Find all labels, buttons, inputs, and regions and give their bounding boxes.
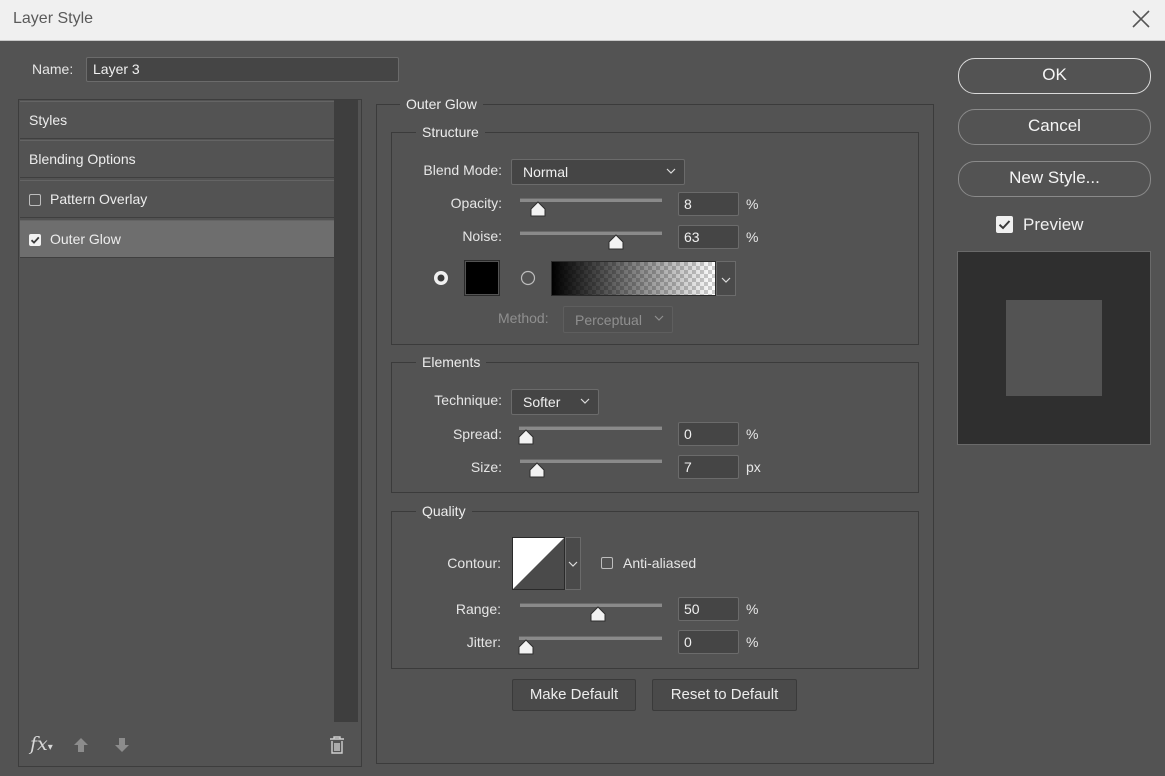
anti-aliased-label: Anti-aliased bbox=[623, 555, 697, 571]
glow-color-swatch[interactable] bbox=[464, 260, 500, 296]
list-item-blending-options[interactable]: Blending Options bbox=[20, 140, 334, 178]
glow-color-fill bbox=[466, 262, 498, 294]
opacity-label: Opacity: bbox=[450, 195, 502, 211]
new-style-button[interactable]: New Style... bbox=[958, 161, 1151, 197]
technique-dropdown[interactable]: Softer bbox=[511, 389, 599, 415]
reset-to-default-button[interactable]: Reset to Default bbox=[652, 679, 797, 711]
chevron-down-icon bbox=[568, 561, 578, 567]
list-item-pattern-overlay[interactable]: Pattern Overlay bbox=[20, 180, 334, 218]
preview-checkbox[interactable] bbox=[996, 216, 1013, 233]
contour-label: Contour: bbox=[447, 555, 501, 571]
noise-label: Noise: bbox=[462, 228, 502, 244]
structure-title: Structure bbox=[416, 124, 485, 140]
chevron-down-icon bbox=[580, 398, 590, 404]
spread-unit: % bbox=[746, 426, 759, 442]
style-preview-box bbox=[957, 251, 1151, 445]
move-up-icon[interactable] bbox=[72, 736, 90, 754]
move-down-icon[interactable] bbox=[113, 736, 131, 754]
method-label: Method: bbox=[498, 310, 549, 326]
size-input[interactable]: 7 bbox=[678, 455, 739, 479]
noise-unit: % bbox=[746, 229, 759, 245]
noise-slider-track[interactable] bbox=[520, 231, 662, 235]
list-item-label: Outer Glow bbox=[50, 231, 121, 247]
blend-mode-label: Blend Mode: bbox=[423, 162, 502, 178]
contour-preview[interactable] bbox=[512, 537, 565, 590]
list-item-outer-glow[interactable]: Outer Glow bbox=[20, 220, 334, 258]
jitter-slider-thumb[interactable] bbox=[518, 639, 534, 655]
list-item-styles[interactable]: Styles bbox=[20, 101, 334, 139]
chevron-down-icon bbox=[654, 315, 664, 321]
spread-slider-track[interactable] bbox=[519, 426, 662, 430]
contour-dropdown-button[interactable] bbox=[565, 537, 581, 590]
pattern-overlay-checkbox[interactable] bbox=[29, 194, 41, 206]
list-item-label: Pattern Overlay bbox=[50, 191, 148, 207]
method-value: Perceptual bbox=[575, 312, 642, 328]
spread-input[interactable]: 0 bbox=[678, 422, 739, 446]
solid-color-radio[interactable] bbox=[433, 270, 449, 286]
cancel-button[interactable]: Cancel bbox=[958, 109, 1151, 145]
size-slider-thumb[interactable] bbox=[529, 462, 545, 478]
spread-slider-thumb[interactable] bbox=[518, 429, 534, 445]
jitter-label: Jitter: bbox=[466, 634, 501, 650]
blend-mode-value: Normal bbox=[523, 164, 569, 180]
jitter-slider-track[interactable] bbox=[519, 636, 662, 640]
preview-label: Preview bbox=[1023, 215, 1084, 234]
anti-aliased-checkbox[interactable] bbox=[601, 557, 613, 569]
styles-list-scrollbar[interactable] bbox=[334, 100, 358, 722]
chevron-down-icon bbox=[721, 277, 731, 283]
chevron-down-icon bbox=[666, 168, 676, 174]
elements-title: Elements bbox=[416, 354, 487, 370]
layer-name-input[interactable]: Layer 3 bbox=[86, 57, 399, 82]
spread-label: Spread: bbox=[452, 426, 502, 442]
blend-mode-dropdown[interactable]: Normal bbox=[511, 159, 685, 185]
jitter-input[interactable]: 0 bbox=[678, 630, 739, 654]
list-item-label: Blending Options bbox=[29, 151, 136, 167]
noise-slider-thumb[interactable] bbox=[608, 234, 624, 250]
gradient-dropdown-button[interactable] bbox=[716, 261, 736, 296]
make-default-button[interactable]: Make Default bbox=[512, 679, 636, 711]
range-unit: % bbox=[746, 601, 759, 617]
size-label: Size: bbox=[470, 459, 502, 475]
fx-icon[interactable]: fx▾ bbox=[30, 733, 53, 755]
size-unit: px bbox=[746, 459, 761, 475]
title-bar: Layer Style bbox=[0, 0, 1165, 41]
preview-square bbox=[1006, 300, 1102, 396]
method-dropdown[interactable]: Perceptual bbox=[563, 306, 673, 333]
outer-glow-checkbox[interactable] bbox=[29, 234, 41, 246]
range-input[interactable]: 50 bbox=[678, 597, 739, 621]
quality-title: Quality bbox=[416, 503, 472, 519]
gradient-radio[interactable] bbox=[520, 270, 536, 286]
opacity-unit: % bbox=[746, 196, 759, 212]
range-slider-thumb[interactable] bbox=[590, 606, 606, 622]
technique-label: Technique: bbox=[434, 392, 502, 408]
list-item-label: Styles bbox=[29, 112, 68, 128]
name-label: Name: bbox=[32, 61, 74, 77]
fx-label: fx bbox=[30, 733, 48, 755]
outer-glow-title: Outer Glow bbox=[400, 96, 483, 112]
opacity-input[interactable]: 8 bbox=[678, 192, 739, 216]
opacity-slider-thumb[interactable] bbox=[530, 201, 546, 217]
gradient-swatch[interactable] bbox=[551, 261, 716, 296]
ok-button[interactable]: OK bbox=[958, 58, 1151, 94]
noise-input[interactable]: 63 bbox=[678, 225, 739, 249]
close-icon[interactable] bbox=[1128, 6, 1154, 32]
range-label: Range: bbox=[455, 601, 501, 617]
window-title: Layer Style bbox=[13, 10, 94, 27]
jitter-unit: % bbox=[746, 634, 759, 650]
technique-value: Softer bbox=[523, 394, 561, 410]
trash-icon[interactable] bbox=[328, 735, 346, 755]
